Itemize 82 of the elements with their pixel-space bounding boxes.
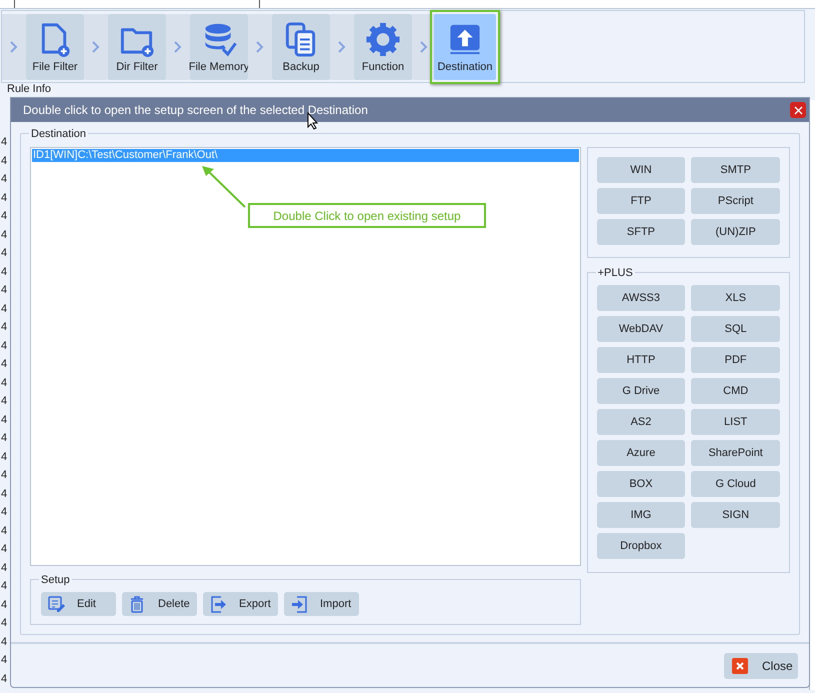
row-number: 4 [1, 412, 8, 428]
row-number: 4 [1, 542, 8, 557]
row-number: 4 [1, 486, 8, 502]
close-icon [732, 658, 748, 674]
window-title: Double click to open the setup screen of the selected Destination [23, 102, 368, 119]
trash-icon [128, 594, 146, 613]
row-number: 4 [1, 357, 8, 372]
row-number: 4 [1, 394, 8, 409]
import-icon [290, 594, 308, 613]
row-number: 4 [1, 672, 8, 686]
row-number: 4 [1, 172, 8, 187]
callout-note: Double Click to open existing setup [248, 203, 486, 228]
export-icon [209, 594, 227, 613]
toolbar-button[interactable]: File Filter [26, 14, 84, 80]
row-number: 4 [1, 450, 8, 464]
toolbar-button[interactable]: Backup [272, 14, 330, 80]
destination-type-button[interactable]: WIN [596, 157, 686, 183]
row-number: 4 [1, 320, 8, 335]
row-number: 4 [1, 135, 8, 150]
setup-button[interactable]: Export [203, 592, 278, 616]
row-number: 4 [1, 190, 8, 206]
toolbar-button[interactable]: Destination [434, 14, 496, 80]
setup-button[interactable]: Edit [41, 592, 116, 616]
row-number: 4 [1, 468, 8, 483]
chevron-icon [420, 40, 428, 52]
toolbar-button[interactable]: Dir Filter [108, 14, 166, 80]
destination-type-button[interactable]: G Cloud [691, 471, 780, 497]
destination-type-button[interactable]: LIST [691, 409, 780, 435]
row-number: 4 [1, 560, 8, 576]
row-number: 4 [1, 302, 8, 316]
row-number: 4 [1, 228, 8, 242]
row-number: 4 [1, 616, 8, 631]
gear-icon [365, 21, 401, 57]
chevron-icon [174, 40, 182, 52]
row-number: 4 [1, 209, 8, 224]
close-icon [794, 106, 802, 114]
row-number: 4 [1, 505, 8, 520]
row-number: 4 [1, 598, 8, 612]
section-label: Rule Info [6, 83, 52, 95]
destination-type-button[interactable]: AS2 [596, 409, 686, 435]
row-number: 4 [1, 246, 8, 261]
destination-type-button[interactable]: WebDAV [596, 316, 686, 342]
setup-button[interactable]: Import [284, 592, 359, 616]
destination-type-button[interactable]: SMTP [691, 157, 780, 183]
destination-type-button[interactable]: Azure [596, 440, 686, 466]
destination-type-button[interactable]: Dropbox [596, 533, 686, 559]
destination-type-button[interactable]: PDF [691, 347, 780, 373]
row-number: 4 [1, 634, 8, 650]
chevron-icon [92, 40, 100, 52]
destination-type-button[interactable]: CMD [691, 378, 780, 404]
destination-type-button[interactable]: FTP [596, 188, 686, 214]
destination-type-button[interactable]: XLS [691, 285, 780, 311]
row-number: 4 [1, 154, 8, 168]
destination-type-button[interactable]: SQL [691, 316, 780, 342]
destination-type-button[interactable]: (UN)ZIP [691, 219, 780, 245]
row-number: 4 [1, 264, 8, 280]
chevron-icon [338, 40, 346, 52]
setup-button[interactable]: Delete [122, 592, 197, 616]
edit-list-icon [47, 594, 65, 613]
close-button[interactable] [790, 102, 806, 118]
row-number: 4 [1, 283, 8, 298]
arrow-icon [201, 165, 247, 209]
close-button[interactable]: Close [724, 652, 798, 678]
row-number: 4 [1, 431, 8, 446]
chevron-icon [256, 40, 264, 52]
row-number: 4 [1, 653, 8, 668]
chevron-icon [10, 40, 18, 52]
destination-type-button[interactable]: BOX [596, 471, 686, 497]
destination-type-button[interactable]: SIGN [691, 502, 780, 528]
destination-type-button[interactable]: G Drive [596, 378, 686, 404]
row-number: 4 [1, 579, 8, 594]
row-number: 4 [1, 376, 8, 390]
destination-type-button[interactable]: IMG [596, 502, 686, 528]
destination-type-button[interactable]: SFTP [596, 219, 686, 245]
destination-type-button[interactable]: HTTP [596, 347, 686, 373]
toolbar-button[interactable]: File Memory [190, 14, 248, 80]
row-number: 4 [1, 338, 8, 354]
destination-type-button[interactable]: SharePoint [691, 440, 780, 466]
toolbar-button[interactable]: Function [354, 14, 412, 80]
destination-type-button[interactable]: PScript [691, 188, 780, 214]
row-number: 4 [1, 524, 8, 538]
destination-type-button[interactable]: AWSS3 [596, 285, 686, 311]
